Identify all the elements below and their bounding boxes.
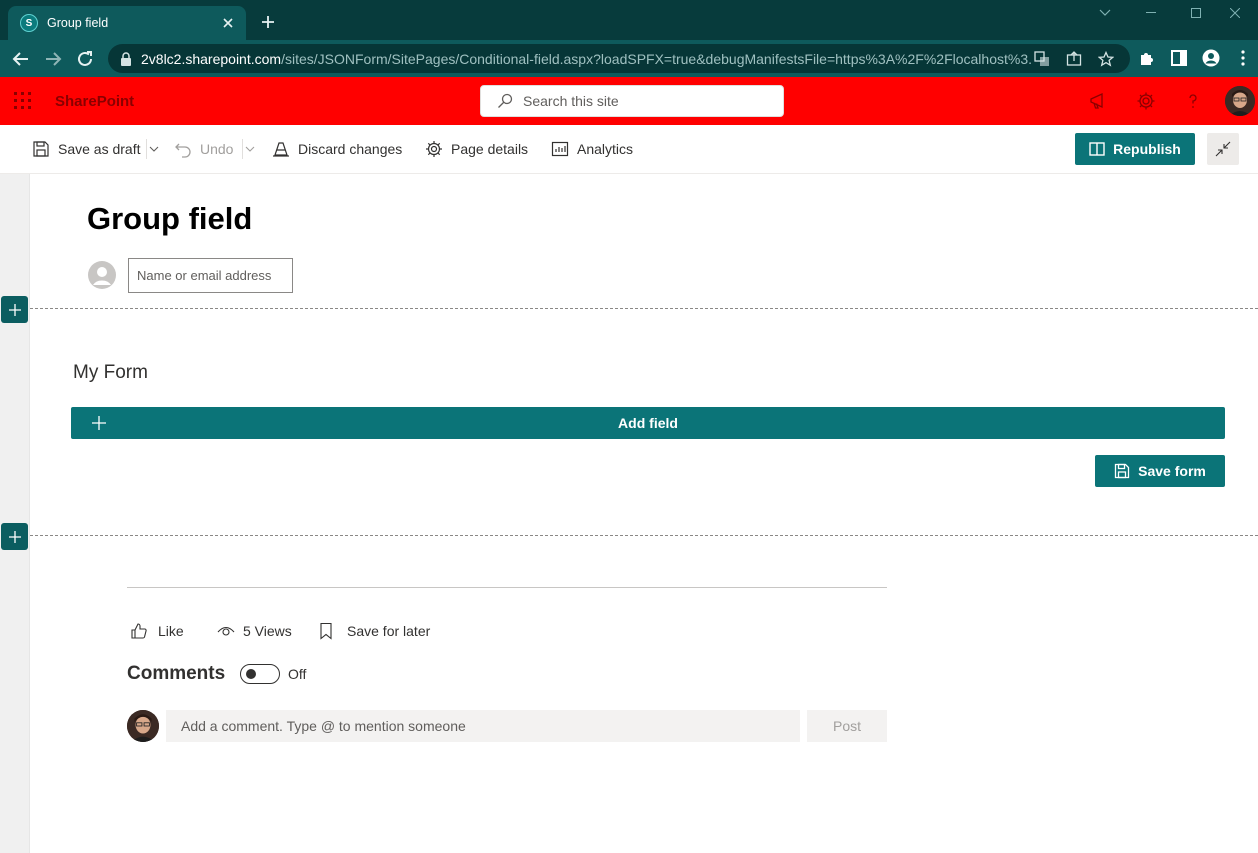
megaphone-icon[interactable] — [1088, 91, 1108, 111]
sidepanel-icon[interactable] — [1170, 49, 1188, 67]
chevron-down-icon — [1099, 9, 1111, 16]
app-launcher-waffle-icon[interactable] — [14, 92, 32, 110]
gear-icon — [426, 141, 442, 157]
translate-icon[interactable] — [1034, 51, 1050, 67]
add-field-label: Add field — [618, 415, 678, 431]
search-placeholder: Search this site — [523, 93, 619, 109]
gear-icon[interactable] — [1136, 91, 1156, 111]
page-title[interactable]: Group field — [87, 201, 252, 237]
close-icon — [1230, 8, 1240, 18]
sharepoint-brand-link[interactable]: SharePoint — [55, 93, 134, 110]
republish-label: Republish — [1113, 141, 1181, 157]
page-details-label: Page details — [451, 141, 529, 157]
views-count: 5 Views — [217, 621, 292, 641]
post-comment-button[interactable]: Post — [807, 710, 887, 742]
save-for-later-label: Save for later — [347, 623, 431, 639]
lock-icon — [121, 51, 131, 66]
address-bar[interactable]: 2v8lc2.sharepoint.com/sites/JSONForm/Sit… — [108, 44, 1130, 73]
toggle-knob — [246, 669, 256, 679]
close-tab-icon[interactable] — [220, 15, 236, 31]
page-details-button[interactable]: Page details — [425, 139, 528, 159]
plus-icon — [8, 530, 21, 543]
minimize-button[interactable] — [1128, 2, 1174, 24]
plus-icon — [92, 416, 106, 430]
add-section-button[interactable] — [1, 523, 28, 550]
page-command-bar: Save as draft Undo Discard changes Page … — [0, 125, 1258, 174]
add-field-button[interactable]: Add field — [71, 407, 1225, 439]
undo-options-dropdown[interactable] — [242, 139, 256, 159]
profile-icon[interactable] — [1202, 49, 1220, 67]
comments-heading: Comments — [127, 663, 226, 684]
browser-tab[interactable]: S Group field — [8, 6, 246, 40]
discard-changes-label: Discard changes — [298, 141, 403, 157]
suite-bar: SharePoint Search this site — [0, 77, 1258, 125]
like-label: Like — [158, 623, 184, 639]
browser-toolbar: 2v8lc2.sharepoint.com/sites/JSONForm/Sit… — [0, 40, 1258, 77]
save-form-button[interactable]: Save form — [1095, 455, 1225, 487]
comment-input[interactable] — [166, 710, 800, 742]
save-form-label: Save form — [1138, 463, 1206, 479]
chevron-down-icon — [149, 146, 158, 152]
bookmark-icon — [320, 622, 332, 640]
sharepoint-favicon-icon: S — [20, 14, 38, 32]
share-icon[interactable] — [1066, 51, 1082, 67]
reload-icon[interactable] — [74, 48, 96, 70]
plus-icon — [8, 303, 21, 316]
help-question-icon[interactable] — [1183, 91, 1203, 111]
minimize-icon — [1146, 12, 1156, 13]
footer-divider — [127, 587, 887, 588]
save-disk-icon — [1114, 463, 1130, 479]
collapse-toolbar-button[interactable] — [1207, 133, 1239, 165]
save-for-later-button[interactable]: Save for later — [317, 621, 430, 641]
edit-left-rail — [0, 174, 30, 853]
analytics-chart-icon — [551, 141, 569, 157]
star-bookmark-icon[interactable] — [1098, 51, 1114, 67]
maximize-icon — [1191, 8, 1201, 18]
book-open-icon — [1089, 142, 1105, 156]
search-icon — [498, 93, 513, 108]
section-divider — [30, 535, 1258, 536]
browser-tabstrip: S Group field — [0, 0, 1258, 40]
user-photo-icon — [1225, 86, 1255, 116]
republish-button[interactable]: Republish — [1075, 133, 1195, 165]
undo-icon — [175, 143, 191, 158]
like-button[interactable]: Like — [130, 621, 184, 641]
author-name-input[interactable] — [128, 258, 293, 293]
user-avatar[interactable] — [1225, 86, 1255, 116]
forward-arrow-icon[interactable] — [42, 48, 64, 70]
views-label: 5 Views — [243, 623, 292, 639]
form-title: My Form — [73, 362, 148, 383]
save-disk-icon — [33, 141, 49, 157]
close-window-button[interactable] — [1212, 2, 1258, 24]
new-tab-icon[interactable] — [258, 12, 278, 32]
save-as-draft-button[interactable]: Save as draft — [32, 139, 141, 159]
save-options-dropdown[interactable] — [146, 139, 160, 159]
analytics-label: Analytics — [577, 141, 634, 157]
save-as-draft-label: Save as draft — [58, 141, 141, 157]
author-avatar-icon — [88, 261, 116, 289]
url-text: 2v8lc2.sharepoint.com/sites/JSONForm/Sit… — [141, 50, 1031, 67]
tab-search-button[interactable] — [1082, 2, 1128, 24]
chevron-down-icon — [245, 146, 254, 152]
extensions-puzzle-icon[interactable] — [1138, 49, 1156, 67]
collapse-arrows-icon — [1215, 141, 1231, 157]
section-divider — [30, 308, 1258, 309]
analytics-button[interactable]: Analytics — [551, 139, 633, 159]
thumbs-up-icon — [131, 623, 147, 639]
site-search-box[interactable]: Search this site — [480, 85, 784, 117]
more-menu-icon[interactable] — [1234, 49, 1252, 67]
back-arrow-icon[interactable] — [10, 48, 32, 70]
undo-label: Undo — [200, 141, 234, 157]
comments-toggle[interactable] — [240, 664, 280, 684]
commenter-avatar — [127, 710, 159, 742]
discard-eraser-icon — [273, 142, 289, 157]
add-section-button[interactable] — [1, 296, 28, 323]
undo-button[interactable]: Undo — [174, 139, 233, 159]
tab-title: Group field — [47, 16, 109, 30]
eye-icon — [217, 626, 235, 636]
user-photo-icon — [127, 710, 159, 742]
comments-toggle-label: Off — [288, 666, 307, 682]
discard-changes-button[interactable]: Discard changes — [272, 139, 402, 159]
